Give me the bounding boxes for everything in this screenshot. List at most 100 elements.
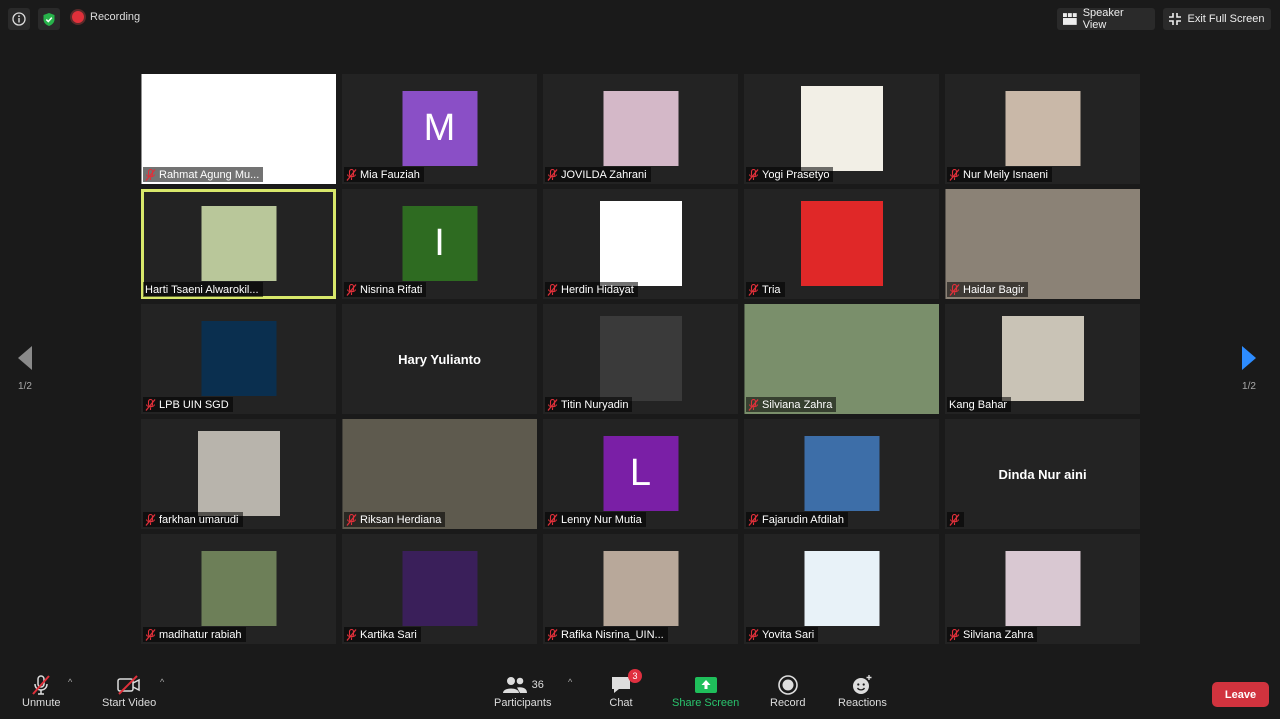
participant-tile[interactable]: Nur Meily Isnaeni bbox=[945, 74, 1140, 184]
participant-video bbox=[800, 201, 883, 286]
zoom-meeting-window: Recording Speaker View Exit Full Screen … bbox=[0, 0, 1280, 719]
participant-name-tag: madihatur rabiah bbox=[143, 627, 246, 642]
chat-unread-badge: 3 bbox=[628, 669, 642, 683]
microphone-muted-icon bbox=[748, 398, 759, 411]
participant-tile[interactable]: Tria bbox=[744, 189, 939, 299]
speaker-view-icon bbox=[1063, 13, 1077, 25]
participant-tile[interactable]: L Lenny Nur Mutia bbox=[543, 419, 738, 529]
record-icon bbox=[777, 673, 799, 697]
microphone-muted-icon bbox=[748, 168, 759, 181]
participants-icon bbox=[502, 677, 527, 693]
participant-name-tag bbox=[947, 512, 964, 527]
participant-name-tag: Kartika Sari bbox=[344, 627, 421, 642]
participant-name: Yovita Sari bbox=[762, 628, 815, 641]
participant-name-tag: Tria bbox=[746, 282, 785, 297]
share-screen-label: Share Screen bbox=[672, 697, 740, 709]
page-indicator-right: 1/2 bbox=[1242, 381, 1256, 392]
participant-name: Rahmat Agung Mu... bbox=[159, 168, 260, 181]
participant-name-tag: Rafika Nisrina_UIN... bbox=[545, 627, 668, 642]
speaker-view-label: Speaker View bbox=[1082, 7, 1124, 31]
microphone-muted-icon bbox=[949, 283, 960, 296]
participant-tile[interactable]: Kang Bahar bbox=[945, 304, 1140, 414]
record-button[interactable]: Record bbox=[770, 673, 805, 709]
microphone-muted-icon bbox=[547, 513, 558, 526]
participant-name-tag: LPB UIN SGD bbox=[143, 397, 233, 412]
start-video-label: Start Video bbox=[102, 697, 157, 709]
unmute-button[interactable]: Unmute bbox=[22, 673, 61, 709]
start-video-button[interactable]: Start Video bbox=[102, 673, 156, 709]
participant-tile[interactable]: Harti Tsaeni Alwarokil... bbox=[141, 189, 336, 299]
participant-video bbox=[599, 201, 682, 286]
participant-name-tag: Harti Tsaeni Alwarokil... bbox=[143, 282, 263, 297]
participant-name-tag: Yogi Prasetyo bbox=[746, 167, 834, 182]
reactions-button[interactable]: Reactions bbox=[838, 673, 887, 709]
microphone-muted-icon bbox=[346, 513, 357, 526]
microphone-muted-icon bbox=[748, 283, 759, 296]
participant-name: Haidar Bagir bbox=[963, 283, 1025, 296]
exit-fullscreen-button[interactable]: Exit Full Screen bbox=[1163, 8, 1271, 30]
microphone-muted-icon bbox=[29, 673, 53, 697]
participant-name-tag: Silviana Zahra bbox=[746, 397, 837, 412]
participant-name-tag: Nisrina Rifati bbox=[344, 282, 427, 297]
microphone-muted-icon bbox=[949, 513, 960, 526]
audio-options-caret-icon[interactable]: ^ bbox=[68, 677, 72, 687]
chat-button[interactable]: 3 Chat bbox=[609, 669, 642, 709]
participant-video bbox=[201, 551, 276, 626]
leave-meeting-button[interactable]: Leave bbox=[1212, 682, 1269, 707]
participant-tile[interactable]: Titin Nuryadin bbox=[543, 304, 738, 414]
participant-tile[interactable]: Herdin Hidayat bbox=[543, 189, 738, 299]
microphone-muted-icon bbox=[547, 398, 558, 411]
participant-name-tag: Silviana Zahra bbox=[947, 627, 1038, 642]
participant-tile[interactable]: Rafika Nisrina_UIN... bbox=[543, 534, 738, 644]
microphone-muted-icon bbox=[748, 628, 759, 641]
chevron-right-icon bbox=[1242, 346, 1256, 370]
participant-video bbox=[1005, 551, 1080, 626]
video-options-caret-icon[interactable]: ^ bbox=[160, 677, 164, 687]
participant-tile[interactable]: Yovita Sari bbox=[744, 534, 939, 644]
meeting-controls-bar: Unmute ^ Start Video ^ 36 Participants ^… bbox=[0, 667, 1280, 719]
participant-video bbox=[1005, 91, 1080, 166]
microphone-muted-icon bbox=[748, 513, 759, 526]
exit-fullscreen-label: Exit Full Screen bbox=[1187, 13, 1265, 25]
participants-button[interactable]: 36 Participants bbox=[494, 673, 551, 709]
participant-tile[interactable]: LPB UIN SGD bbox=[141, 304, 336, 414]
participant-tile[interactable]: Hary Yulianto bbox=[342, 304, 537, 414]
microphone-muted-icon bbox=[547, 628, 558, 641]
participant-name: Titin Nuryadin bbox=[561, 398, 629, 411]
participant-tile[interactable]: Silviana Zahra bbox=[744, 304, 939, 414]
speaker-view-button[interactable]: Speaker View bbox=[1057, 7, 1155, 31]
info-icon[interactable] bbox=[8, 8, 30, 30]
participant-name-tag: Mia Fauziah bbox=[344, 167, 424, 182]
participants-options-caret-icon[interactable]: ^ bbox=[568, 677, 572, 687]
participant-tile[interactable]: Yogi Prasetyo bbox=[744, 74, 939, 184]
microphone-muted-icon bbox=[346, 628, 357, 641]
participant-tile[interactable]: madihatur rabiah bbox=[141, 534, 336, 644]
participants-label: Participants bbox=[494, 697, 552, 709]
share-screen-icon bbox=[694, 673, 718, 697]
participant-tile[interactable]: Kartika Sari bbox=[342, 534, 537, 644]
share-screen-button[interactable]: Share Screen bbox=[672, 673, 739, 709]
participant-tile[interactable]: M Mia Fauziah bbox=[342, 74, 537, 184]
participant-tile[interactable]: Fajarudin Afdilah bbox=[744, 419, 939, 529]
participant-tile[interactable]: Rahmat Agung Mu... bbox=[141, 74, 336, 184]
participant-tile[interactable]: Haidar Bagir bbox=[945, 189, 1140, 299]
participant-tile[interactable]: farkhan umarudi bbox=[141, 419, 336, 529]
gallery-grid: Rahmat Agung Mu... M Mia Fauziah JOVILDA Za… bbox=[141, 74, 1140, 644]
participant-tile[interactable]: Silviana Zahra bbox=[945, 534, 1140, 644]
participant-tile[interactable]: I Nisrina Rifati bbox=[342, 189, 537, 299]
microphone-muted-icon bbox=[949, 628, 960, 641]
participant-name: Lenny Nur Mutia bbox=[561, 513, 642, 526]
participant-tile[interactable]: Riksan Herdiana bbox=[342, 419, 537, 529]
participant-name-tag: JOVILDA Zahrani bbox=[545, 167, 651, 182]
participant-name: LPB UIN SGD bbox=[159, 398, 229, 411]
participant-video bbox=[197, 431, 280, 516]
participant-tile[interactable]: JOVILDA Zahrani bbox=[543, 74, 738, 184]
recording-dot-icon bbox=[72, 11, 84, 23]
participants-count: 36 bbox=[531, 679, 544, 691]
next-page-button[interactable]: 1/2 bbox=[1240, 345, 1258, 392]
previous-page-button[interactable]: 1/2 bbox=[16, 345, 34, 392]
security-shield-icon[interactable] bbox=[38, 8, 60, 30]
participant-name: Silviana Zahra bbox=[963, 628, 1034, 641]
participant-video bbox=[603, 91, 678, 166]
participant-tile[interactable]: Dinda Nur aini bbox=[945, 419, 1140, 529]
